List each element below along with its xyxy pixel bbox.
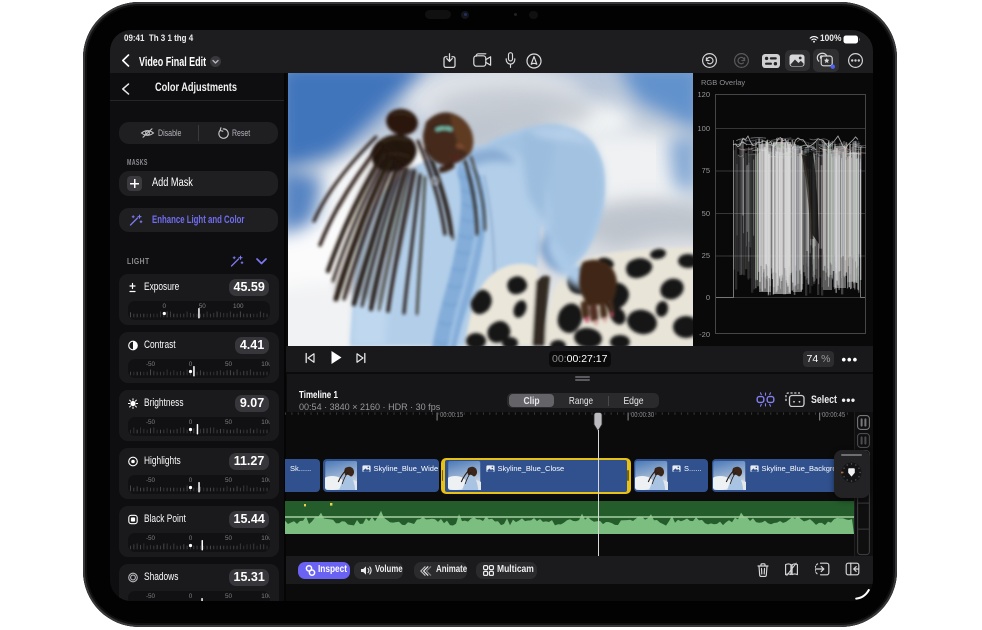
svg-text:100: 100 [261,361,270,368]
svg-text:50: 50 [224,535,232,542]
svg-text:100: 100 [233,303,244,310]
svg-text:-50: -50 [145,593,155,600]
svg-text:-50: -50 [145,477,155,484]
svg-text:0: 0 [162,303,166,310]
svg-text:50: 50 [224,477,232,484]
svg-text:0: 0 [188,477,192,484]
svg-text:100: 100 [261,535,270,542]
svg-text:100: 100 [261,593,270,600]
svg-text:50: 50 [224,593,232,600]
svg-text:0: 0 [188,535,192,542]
svg-text:-50: -50 [145,361,155,368]
svg-text:100: 100 [261,477,270,484]
svg-text:-50: -50 [145,535,155,542]
svg-text:50: 50 [198,303,206,310]
svg-text:0: 0 [188,361,192,368]
svg-text:50: 50 [224,361,232,368]
svg-text:0: 0 [188,593,192,600]
